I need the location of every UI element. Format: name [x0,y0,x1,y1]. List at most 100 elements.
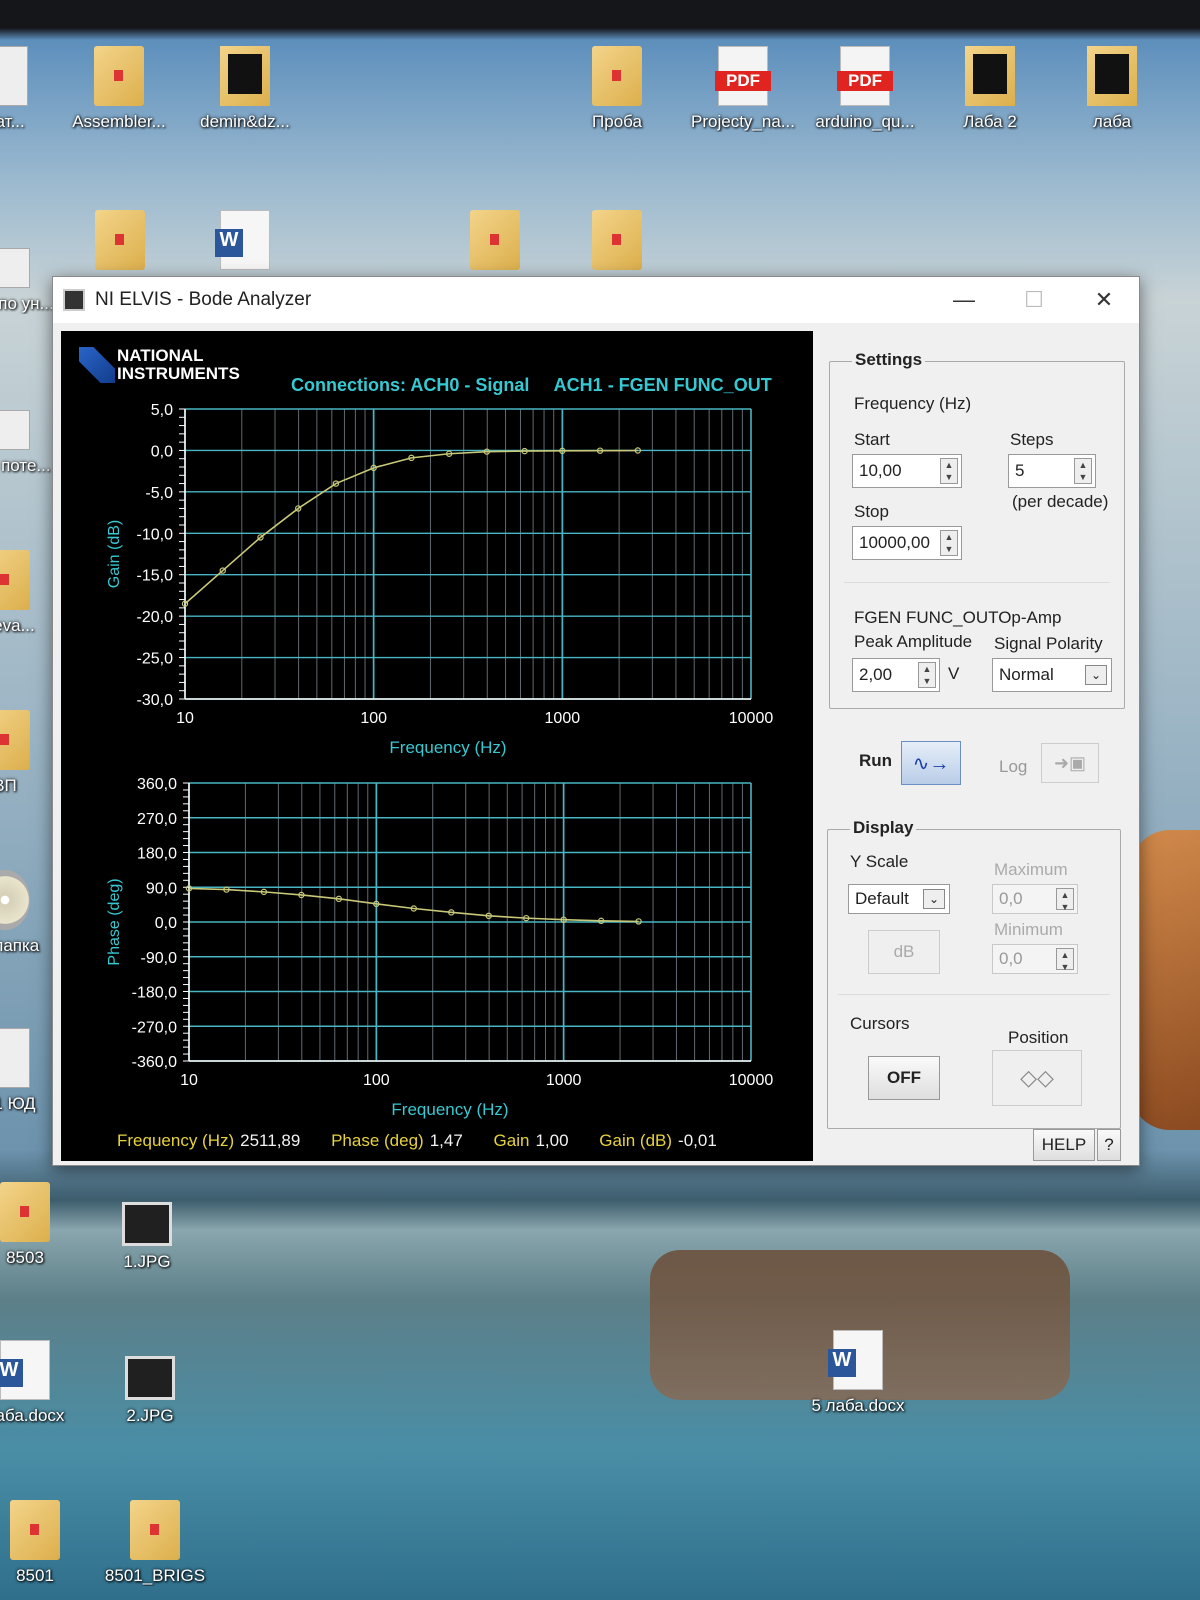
y-tick-label: 180,0 [137,846,177,863]
file-icon [0,1028,30,1088]
y-tick-label: 0,0 [151,443,173,460]
display-divider [838,994,1110,995]
spinner-icon[interactable]: ▲ ▼ [940,458,958,484]
desktop-icon[interactable]: лаба [1057,46,1167,132]
y-tick-label: -25,0 [137,651,174,668]
folder-icon [592,46,642,106]
folder-icon [94,46,144,106]
start-frequency-input[interactable]: 10,00 ▲ ▼ [852,454,962,488]
folder-icon [0,710,30,770]
spinner-icon[interactable]: ▲ ▼ [918,662,936,688]
desktop-icon[interactable]: 8503 [0,1182,80,1268]
y-tick-label: -180,0 [132,985,177,1002]
bode-analyzer-window: NI ELVIS - Bode Analyzer — ☐ ✕ NATIONAL … [52,276,1140,1166]
desktop-icon[interactable] [440,210,550,276]
y-tick-label: 0,0 [155,915,177,932]
folder-icon [965,46,1015,106]
x-tick-label: 10 [176,710,194,727]
minimum-input[interactable]: 0,0 ▲ ▼ [992,944,1078,974]
signal-polarity-select[interactable]: Normal ⌄ [992,658,1112,692]
y-axis-label: Gain (dB) [106,520,123,588]
series-line [188,887,639,923]
display-label: Display [850,818,917,838]
db-button[interactable]: dB [868,930,940,974]
x-tick-label: 10000 [729,1072,774,1089]
desktop-icon[interactable]: Мат... [0,46,58,132]
chevron-down-icon[interactable]: ⌄ [923,889,945,909]
save-disk-icon: ➜▣ [1053,752,1087,773]
desktop-icon[interactable]: PDF Projecty_na... [688,46,798,132]
maximum-input[interactable]: 0,0 ▲ ▼ [992,884,1078,914]
x-axis-label: Frequency (Hz) [391,1100,508,1119]
desktop-icon[interactable]: 8501 [0,1500,90,1586]
help-button[interactable]: HELP [1033,1129,1095,1161]
desktop-icon[interactable]: demin&dz... [190,46,300,132]
stop-frequency-input[interactable]: 10000,00 ▲ ▼ [852,526,962,560]
pdf-icon: PDF [837,46,893,106]
folder-icon [220,46,270,106]
log-button[interactable]: ➜▣ [1041,743,1099,783]
desktop-icon[interactable]: PDF arduino_qu... [810,46,920,132]
close-icon[interactable]: ✕ [1069,277,1139,323]
stop-label: Stop [854,502,889,521]
desktop-icon[interactable]: Проба [562,46,672,132]
x-axis-label: Frequency (Hz) [389,738,506,757]
file-icon [0,248,30,288]
folder-icon [592,210,642,270]
peak-amplitude-input[interactable]: 2,00 ▲ ▼ [852,658,940,692]
desktop-icon[interactable] [65,210,175,276]
y-tick-label: -10,0 [137,526,174,543]
spinner-icon[interactable]: ▲ ▼ [1056,948,1074,972]
desktop-icon[interactable]: 1.JPG [92,1202,202,1272]
cursor-readout: Frequency (Hz) 2511,89 Phase (deg) 1,47 Ga… [117,1131,717,1150]
title-bar[interactable]: NI ELVIS - Bode Analyzer — ☐ ✕ [53,277,1139,323]
position-control[interactable]: ◇◇ [992,1050,1082,1106]
file-icon [0,410,30,450]
volt-unit-label: V [948,664,960,683]
desktop-icon[interactable]: овое по ун... [0,248,60,314]
minimize-icon[interactable]: — [929,277,999,323]
cursors-off-button[interactable]: OFF [868,1056,940,1100]
maximum-label: Maximum [994,860,1068,879]
frequency-label: Frequency (Hz) [854,394,972,413]
y-tick-label: 90,0 [146,880,177,897]
desktop-icon[interactable]: ая папка [0,870,60,956]
desktop-icon[interactable]: овая поте... [0,410,60,476]
folder-icon [0,550,30,610]
chevron-down-icon[interactable]: ⌄ [1085,665,1107,685]
steps-input[interactable]: 5 ▲ ▼ [1008,454,1096,488]
desktop-icon[interactable]: ВП [0,710,60,796]
maximize-icon[interactable]: ☐ [999,277,1069,323]
x-tick-label: 1000 [546,1072,582,1089]
y-axis-label: Phase (deg) [106,878,123,965]
x-tick-label: 1000 [545,710,581,727]
desktop-icon[interactable]: ayeva... [0,550,60,636]
file-icon [0,46,28,106]
desktop-icon[interactable]: 2.JPG [95,1356,205,1426]
spinner-icon[interactable]: ▲ ▼ [1074,458,1092,484]
run-label: Run [859,751,893,770]
spinner-icon[interactable]: ▲ ▼ [1056,888,1074,912]
desktop-icon[interactable] [562,210,672,276]
image-file-icon [122,1202,172,1246]
folder-icon [1087,46,1137,106]
labview-app-icon [63,289,85,311]
desktop-icon[interactable]: Лаба 2 [935,46,1045,132]
x-tick-label: 100 [363,1072,390,1089]
y-tick-label: 5,0 [151,402,173,419]
desktop-icon[interactable]: 8501_BRIGS [100,1500,210,1586]
folder-icon [0,1182,50,1242]
position-label: Position [1008,1028,1069,1047]
bode-plots: 5,00,0-5,0-10,0-15,0-20,0-25,0-30,010 100… [106,402,774,1119]
desktop-icon[interactable]: 881 ЮД [0,1028,60,1114]
y-scale-select[interactable]: Default ⌄ [848,884,950,914]
desktop-icon[interactable]: Assembler... [64,46,174,132]
desktop-icon[interactable]: W [190,210,300,276]
spinner-icon[interactable]: ▲ ▼ [940,530,958,556]
peak-amplitude-label: Peak Amplitude [854,632,973,651]
signal-polarity-label: Signal Polarity [994,634,1103,653]
desktop-icon[interactable]: W5 лаба.docx [803,1330,913,1416]
run-button[interactable]: ∿→ [901,741,961,785]
desktop-icon[interactable]: Wлаба.docx [0,1340,80,1426]
question-button[interactable]: ? [1097,1129,1121,1161]
